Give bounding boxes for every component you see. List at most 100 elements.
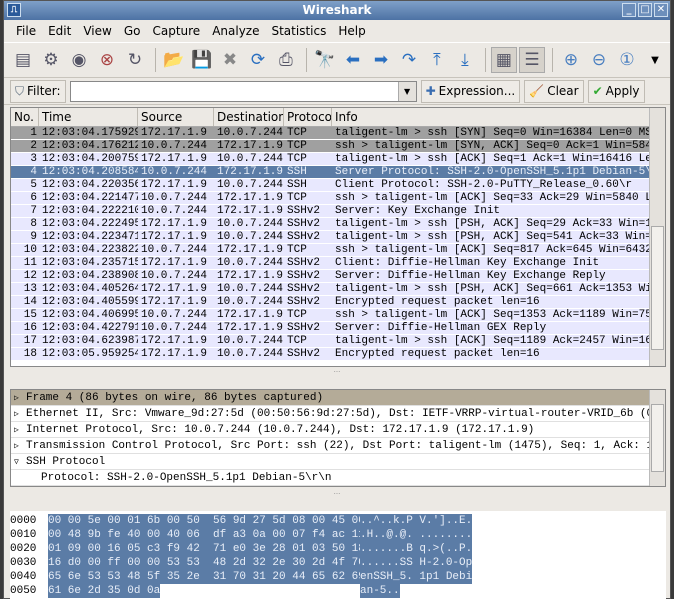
- column-header-no[interactable]: No. .: [11, 108, 39, 126]
- hex-ascii[interactable]: enSSH_5. 1p1 Debi: [360, 570, 473, 584]
- reload-button[interactable]: ⟳: [245, 47, 271, 73]
- forward-button[interactable]: ➡: [368, 47, 394, 73]
- packet-row[interactable]: 2 12:03:04.176212 10.0.7.244 172.17.1.9 TCP s…: [11, 140, 665, 153]
- hex-ascii[interactable]: ..^..k.P V.']..E.: [360, 514, 473, 528]
- packet-row[interactable]: 10 12:03:04.223822 10.0.7.244 172.17.1.9 TCP…: [11, 244, 665, 257]
- save-button[interactable]: 💾: [189, 47, 215, 73]
- toolbar-overflow-button[interactable]: ▼: [642, 47, 668, 73]
- packet-bytes[interactable]: 0000 00 00 5e 00 01 6b 00 50 56 9d 27 5d …: [10, 511, 666, 599]
- menu-go[interactable]: Go: [118, 24, 147, 38]
- minimize-button[interactable]: _: [622, 3, 636, 17]
- menu-capture[interactable]: Capture: [146, 24, 206, 38]
- details-scrollbar[interactable]: [649, 390, 665, 486]
- packet-row[interactable]: 4 12:03:04.208584 10.0.7.244 172.17.1.9 SSH S…: [11, 166, 665, 179]
- hex-ascii[interactable]: .H..@.@. ........: [360, 528, 473, 542]
- packet-protocol: SSHv2: [287, 205, 321, 217]
- packet-details[interactable]: ▷ Frame 4 (86 bytes on wire, 86 bytes cap…: [10, 389, 666, 487]
- hex-bytes[interactable]: 01 09 00 16 05 c3 f9 42 71 e0 3e 28 01 0…: [48, 542, 365, 556]
- back-button[interactable]: ⬅: [340, 47, 366, 73]
- column-header-source[interactable]: Source: [138, 108, 214, 126]
- hex-bytes[interactable]: 16 d0 00 ff 00 00 53 53 48 2d 32 2e 30 2…: [48, 556, 365, 570]
- open-icon: 📂: [163, 50, 185, 70]
- close-button[interactable]: ✖: [217, 47, 243, 73]
- packet-row[interactable]: 11 12:03:04.235715 172.17.1.9 10.0.7.244 SSH…: [11, 257, 665, 270]
- options-button[interactable]: ⚙: [38, 47, 64, 73]
- menu-edit[interactable]: Edit: [42, 24, 77, 38]
- close-window-button[interactable]: ✕: [654, 3, 668, 17]
- pane-splitter[interactable]: ···: [4, 369, 670, 377]
- column-header-info[interactable]: Info: [332, 108, 665, 126]
- detail-tree-item[interactable]: ▷ Transmission Control Protocol, Src Port…: [11, 438, 665, 454]
- packet-row[interactable]: 7 12:03:04.222210 10.0.7.244 172.17.1.9 SSHv…: [11, 205, 665, 218]
- menu-view[interactable]: View: [77, 24, 117, 38]
- filter-toolbar: ⛉ Filter: ▼ ✚ Expression... 🧹 Clear ✔ Apply: [4, 78, 670, 105]
- goto-button[interactable]: ↷: [396, 47, 422, 73]
- colorize-button[interactable]: ▦: [490, 47, 517, 73]
- filter-input[interactable]: ▼: [69, 80, 417, 102]
- packet-row[interactable]: 17 12:03:04.623987 172.17.1.9 10.0.7.244 TCP…: [11, 335, 665, 348]
- restart-button[interactable]: ↻: [122, 47, 148, 73]
- detail-tree-item[interactable]: Protocol: SSH-2.0-OpenSSH_5.1p1 Debian-5…: [11, 470, 665, 486]
- packet-row[interactable]: 15 12:03:04.406995 10.0.7.244 172.17.1.9 TCP…: [11, 309, 665, 322]
- detail-tree-item[interactable]: ▽ SSH Protocol: [11, 454, 665, 470]
- packet-list-header: No. . Time Source Destination Protocol Info: [11, 108, 665, 127]
- packet-row[interactable]: 16 12:03:04.422791 10.0.7.244 172.17.1.9 SSH…: [11, 322, 665, 335]
- print-button[interactable]: ⎙: [273, 47, 299, 73]
- packet-row[interactable]: 14 12:03:04.405599 172.17.1.9 10.0.7.244 SSH…: [11, 296, 665, 309]
- packet-row[interactable]: 13 12:03:04.405264 172.17.1.9 10.0.7.244 SSH…: [11, 283, 665, 296]
- hex-bytes[interactable]: 00 00 5e 00 01 6b 00 50 56 9d 27 5d 08 0…: [48, 514, 365, 528]
- packet-destination: 10.0.7.244: [217, 296, 284, 308]
- detail-tree-item[interactable]: ▷ Frame 4 (86 bytes on wire, 86 bytes cap…: [11, 390, 665, 406]
- apply-button[interactable]: ✔ Apply: [587, 79, 645, 103]
- hex-ascii[interactable]: .......B q.>(..P.: [360, 542, 473, 556]
- packet-info: taligent-lm > ssh [SYN] Seq=0 Win=16384 …: [335, 127, 665, 139]
- start-button[interactable]: ◉: [66, 47, 92, 73]
- expression-button[interactable]: ✚ Expression...: [420, 79, 521, 103]
- hex-ascii[interactable]: an-5..: [360, 584, 400, 598]
- packet-list[interactable]: No. . Time Source Destination Protocol Info 1…: [10, 107, 666, 367]
- packet-row[interactable]: 1 12:03:04.175929 172.17.1.9 10.0.7.244 TCP t…: [11, 127, 665, 140]
- filter-dropdown[interactable]: ▼: [397, 81, 416, 101]
- packet-list-scrollbar[interactable]: [649, 108, 665, 366]
- filter-label-button[interactable]: ⛉ Filter:: [10, 79, 66, 103]
- menu-analyze[interactable]: Analyze: [206, 24, 265, 38]
- packet-row[interactable]: 6 12:03:04.221477 10.0.7.244 172.17.1.9 TCP s…: [11, 192, 665, 205]
- menu-statistics[interactable]: Statistics: [265, 24, 332, 38]
- packet-row[interactable]: 12 12:03:04.238908 10.0.7.244 172.17.1.9 SSH…: [11, 270, 665, 283]
- column-header-protocol[interactable]: Protocol: [284, 108, 332, 126]
- zoom-in-button[interactable]: ⊕: [558, 47, 584, 73]
- maximize-button[interactable]: □: [638, 3, 652, 17]
- packet-destination: 10.0.7.244: [217, 335, 284, 347]
- expander-closed-icon[interactable]: ▷: [14, 391, 26, 407]
- zoom-normal-button[interactable]: ①: [614, 47, 640, 73]
- hex-bytes[interactable]: 65 6e 53 53 48 5f 35 2e 31 70 31 20 44 6…: [48, 570, 365, 584]
- hex-bytes[interactable]: 00 48 9b fe 40 00 40 06 df a3 0a 00 07 f…: [48, 528, 365, 542]
- find-button[interactable]: 🔭: [312, 47, 338, 73]
- expander-closed-icon[interactable]: ▷: [14, 423, 26, 439]
- packet-row[interactable]: 9 12:03:04.223471 172.17.1.9 10.0.7.244 SSHv…: [11, 231, 665, 244]
- column-header-destination[interactable]: Destination: [214, 108, 284, 126]
- pane-splitter-2[interactable]: ···: [4, 491, 670, 499]
- hex-ascii[interactable]: ......SS H-2.0-Op: [360, 556, 473, 570]
- detail-tree-item[interactable]: ▷ Ethernet II, Src: Vmware_9d:27:5d (00:5…: [11, 406, 665, 422]
- detail-tree-item[interactable]: ▷ Internet Protocol, Src: 10.0.7.244 (10.…: [11, 422, 665, 438]
- packet-row[interactable]: 8 12:03:04.222495 172.17.1.9 10.0.7.244 SSHv…: [11, 218, 665, 231]
- first-button[interactable]: ⤒: [424, 47, 450, 73]
- packet-row[interactable]: 3 12:03:04.200759 172.17.1.9 10.0.7.244 TCP t…: [11, 153, 665, 166]
- zoom-out-button[interactable]: ⊖: [586, 47, 612, 73]
- expander-closed-icon[interactable]: ▷: [14, 439, 26, 455]
- last-button[interactable]: ⤓: [452, 47, 478, 73]
- expander-open-icon[interactable]: ▽: [14, 455, 26, 471]
- packet-row[interactable]: 18 12:03:05.959254 172.17.1.9 10.0.7.244 SSH…: [11, 348, 665, 361]
- clear-button[interactable]: 🧹 Clear: [524, 79, 584, 103]
- stop-button[interactable]: ⊗: [94, 47, 120, 73]
- autoscroll-button[interactable]: ☰: [518, 47, 546, 73]
- menu-help[interactable]: Help: [332, 24, 371, 38]
- column-header-time[interactable]: Time: [39, 108, 138, 126]
- menu-file[interactable]: File: [10, 24, 42, 38]
- hex-bytes[interactable]: 61 6e 2d 35 0d 0a: [48, 584, 161, 598]
- packet-row[interactable]: 5 12:03:04.220356 172.17.1.9 10.0.7.244 SSH C…: [11, 179, 665, 192]
- open-button[interactable]: 📂: [161, 47, 187, 73]
- expander-closed-icon[interactable]: ▷: [14, 407, 26, 423]
- interfaces-button[interactable]: ▤: [10, 47, 36, 73]
